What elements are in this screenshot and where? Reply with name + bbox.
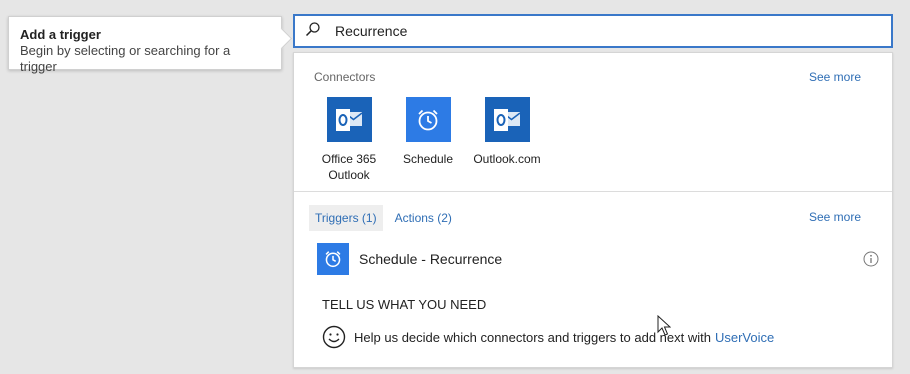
section-divider (294, 191, 892, 192)
connector-label-line1: Office 365 (321, 152, 377, 166)
tab-triggers[interactable]: Triggers (1) (309, 205, 383, 231)
feedback-heading: TELL US WHAT YOU NEED (322, 297, 487, 312)
callout-subtitle: Begin by selecting or searching for a tr… (20, 43, 231, 74)
uservoice-link[interactable]: UserVoice (715, 330, 774, 345)
search-box[interactable] (293, 14, 893, 48)
triggers-see-more-link[interactable]: See more (809, 210, 861, 224)
trigger-label: Schedule - Recurrence (359, 251, 503, 267)
outlook-icon (326, 97, 372, 142)
connector-label-line2: Outlook (328, 168, 370, 182)
tab-actions[interactable]: Actions (2) (389, 205, 458, 231)
mouse-cursor-icon (657, 315, 671, 336)
connectors-heading: Connectors (314, 70, 376, 84)
connectors-see-more-link[interactable]: See more (809, 70, 861, 84)
result-tabs: Triggers (1) Actions (2) (309, 205, 464, 231)
callout-title: Add a trigger (20, 27, 101, 42)
connector-label-schedule: Schedule (402, 152, 454, 166)
connector-office365-outlook[interactable]: Office 365 Outlook (308, 97, 390, 183)
feedback-row: Help us decide which connectors and trig… (322, 325, 774, 349)
alarm-clock-icon (405, 97, 451, 142)
info-icon[interactable] (863, 251, 879, 267)
outlook-icon (484, 97, 530, 142)
trigger-results-panel: Connectors See more Office 365 Outlook S… (293, 52, 893, 368)
connector-label-outlook-com: Outlook.com (473, 152, 541, 166)
search-icon (305, 21, 321, 42)
add-trigger-callout: Add a trigger Begin by selecting or sear… (8, 16, 282, 74)
alarm-clock-icon (317, 243, 349, 275)
trigger-item-schedule-recurrence[interactable]: Schedule - Recurrence (317, 243, 883, 275)
smiley-icon (322, 325, 346, 349)
connector-list: Office 365 Outlook Schedule Outlook.com (308, 97, 545, 183)
connector-outlook-com[interactable]: Outlook.com (466, 97, 548, 183)
connector-schedule[interactable]: Schedule (387, 97, 469, 183)
search-input[interactable] (333, 22, 853, 40)
